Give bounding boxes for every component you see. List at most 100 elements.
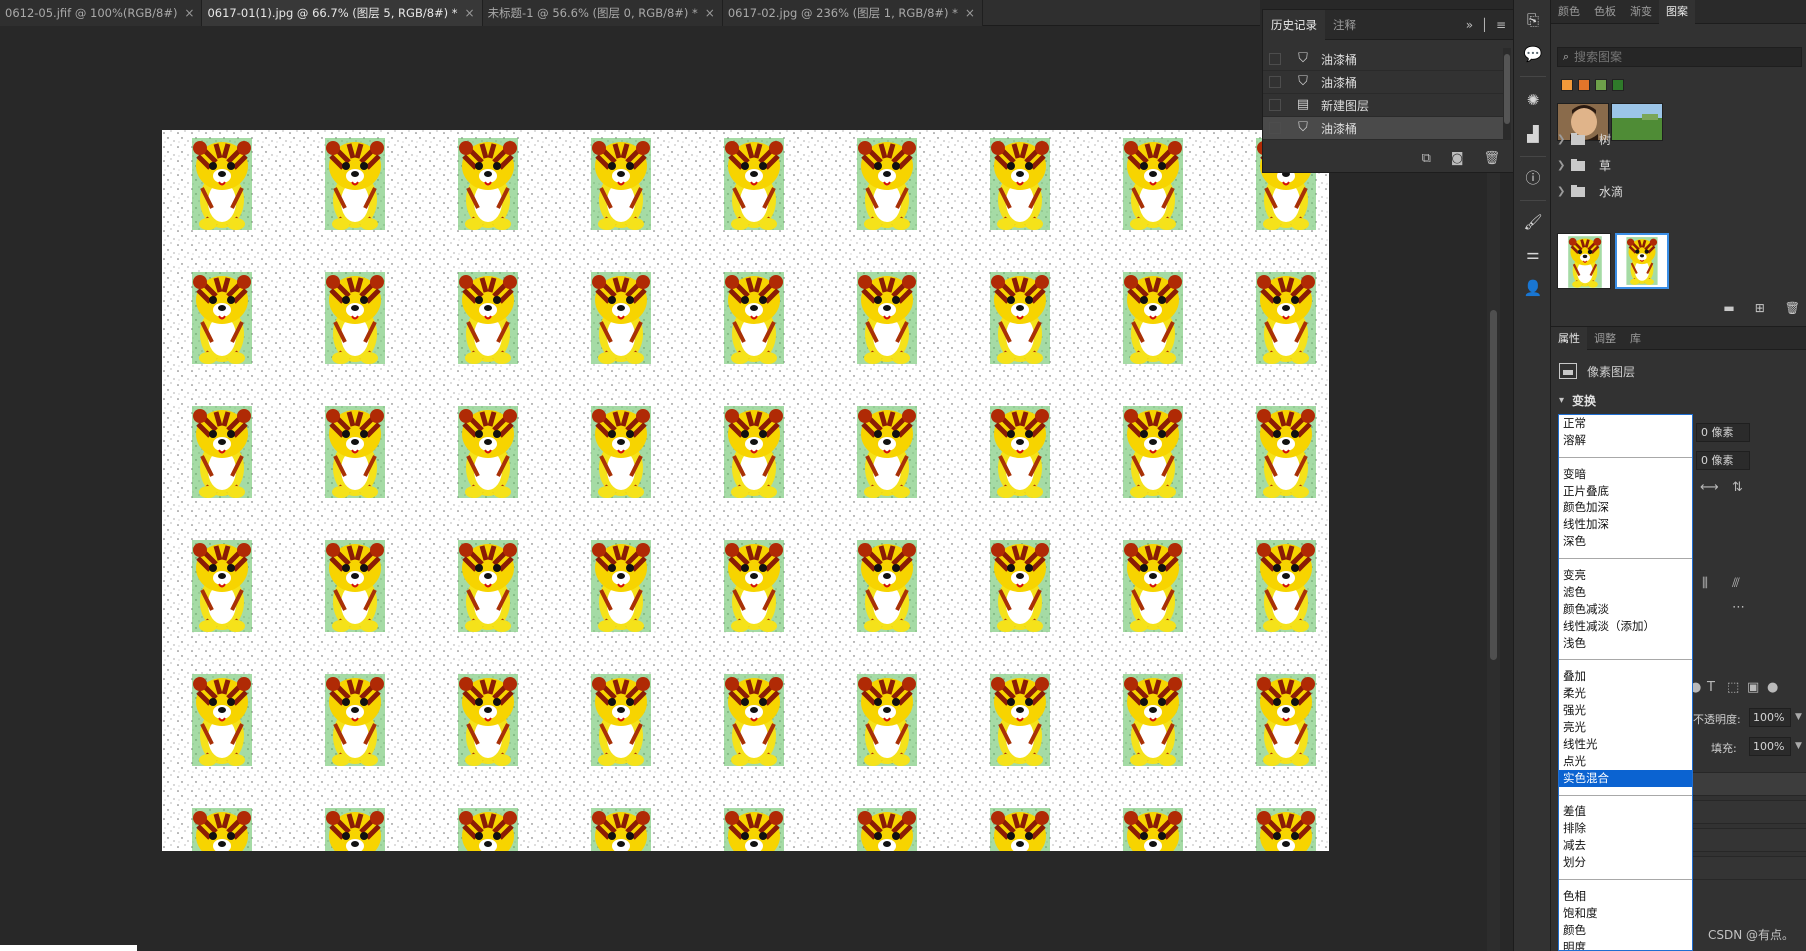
close-icon[interactable]: × (705, 0, 715, 26)
canvas-scrollbar[interactable] (1487, 165, 1500, 951)
flip-horizontal-icon[interactable]: ⟷ (1700, 480, 1719, 495)
pattern-search-input[interactable] (1574, 50, 1794, 64)
blend-mode-option[interactable]: 划分 (1559, 854, 1692, 871)
blend-mode-option[interactable]: 叠加 (1559, 668, 1692, 685)
camera-icon[interactable]: ◙ (1451, 151, 1464, 166)
tab-color[interactable]: 颜色 (1551, 0, 1587, 24)
pattern-swatch-tiger-selected[interactable] (1615, 233, 1669, 289)
blend-mode-option[interactable]: 差值 (1559, 803, 1692, 820)
adjustments-icon[interactable]: ⚌ (1519, 240, 1547, 268)
distribute-icon[interactable]: ⫼ (1702, 576, 1708, 591)
history-source-checkbox[interactable] (1269, 99, 1281, 111)
blend-mode-option[interactable]: 饱和度 (1559, 905, 1692, 922)
info-icon[interactable]: ⓘ (1519, 164, 1547, 192)
more-options-icon[interactable]: ⋯ (1732, 600, 1745, 615)
tiger-pattern-canvas[interactable] (162, 130, 1329, 851)
history-source-checkbox[interactable] (1269, 53, 1281, 65)
tab-libraries[interactable]: 库 (1623, 327, 1648, 351)
smart-object-filter-icon[interactable]: ▣ (1747, 680, 1759, 695)
history-source-checkbox[interactable] (1269, 76, 1281, 88)
blend-mode-option[interactable]: 减去 (1559, 837, 1692, 854)
blend-mode-option[interactable]: 正常 (1559, 415, 1692, 432)
blend-mode-option[interactable]: 亮光 (1559, 719, 1692, 736)
blend-mode-option[interactable]: 实色混合 (1559, 769, 1692, 787)
history-item-selected[interactable]: ⛉ 油漆桶 (1263, 117, 1503, 140)
comment-icon[interactable]: 💬 (1519, 40, 1547, 68)
blend-mode-option[interactable]: 正片叠底 (1559, 483, 1692, 500)
blend-mode-option[interactable]: 强光 (1559, 702, 1692, 719)
history-item[interactable]: ⛉ 油漆桶 (1263, 48, 1503, 71)
tab-notes[interactable]: 注释 (1325, 10, 1364, 40)
blend-mode-option[interactable]: 点光 (1559, 753, 1692, 770)
blend-mode-option[interactable]: 溶解 (1559, 432, 1692, 449)
transform-section-header[interactable]: ▾ 变换 (1559, 392, 1596, 409)
blend-mode-dropdown-list[interactable]: 正常 溶解变暗 正片叠底 颜色加深 线性加深 深色变亮 滤色 颜色减淡 线性减淡（添加） 浅色叠加… (1558, 414, 1693, 951)
align-bottom-icon[interactable]: ⫻ (1732, 576, 1740, 591)
scroll-thumb[interactable] (1504, 54, 1510, 124)
close-icon[interactable]: × (965, 0, 975, 26)
chevron-down-icon[interactable]: ▾ (1559, 395, 1564, 406)
brush-icon[interactable]: 🖌 (1519, 208, 1547, 236)
trash-icon[interactable]: 🗑 (1785, 301, 1800, 315)
fill-field[interactable]: 100% (1749, 737, 1791, 756)
blend-mode-option[interactable]: 变暗 (1559, 466, 1692, 483)
blend-mode-option[interactable]: 滤色 (1559, 584, 1692, 601)
tab-pattern[interactable]: 图案 (1659, 0, 1695, 24)
blend-mode-option[interactable]: 明度 (1559, 939, 1692, 950)
chevron-right-icon[interactable]: ❯ (1557, 186, 1571, 197)
blend-mode-option[interactable]: 深色 (1559, 533, 1692, 550)
history-icon[interactable]: ⎘ (1519, 6, 1547, 34)
blend-mode-option[interactable]: 柔光 (1559, 685, 1692, 702)
blend-mode-option[interactable]: 色相 (1559, 888, 1692, 905)
brush-settings-icon[interactable]: ✺ (1519, 86, 1547, 114)
folder-icon[interactable]: ▬ (1723, 301, 1734, 315)
blend-mode-option[interactable]: 线性光 (1559, 736, 1692, 753)
chevron-down-icon[interactable]: ▼ (1795, 741, 1802, 751)
layer-row[interactable] (1693, 856, 1806, 880)
height-field[interactable]: 0 像素 (1696, 451, 1750, 470)
history-scrollbar[interactable] (1503, 48, 1511, 140)
pattern-swatch-tiger[interactable] (1557, 233, 1611, 289)
opacity-field[interactable]: 100% (1749, 708, 1791, 727)
tab-adjustments[interactable]: 调整 (1587, 327, 1623, 351)
blend-mode-option[interactable]: 线性加深 (1559, 516, 1692, 533)
chevron-right-icon[interactable]: ❯ (1557, 160, 1571, 171)
layer-row[interactable] (1693, 800, 1806, 824)
chevron-right-icon[interactable]: ❯ (1557, 134, 1571, 145)
layer-row[interactable] (1693, 828, 1806, 852)
new-document-from-state-icon[interactable]: ⧉ (1422, 151, 1431, 166)
doc-tab-0617-01[interactable]: 0617-01(1).jpg @ 66.7% (图层 5, RGB/8#) * … (202, 0, 483, 26)
pattern-folder-tree[interactable]: ❯ 树 (1557, 126, 1802, 152)
close-icon[interactable]: × (184, 0, 194, 26)
recent-pattern-swatch[interactable] (1612, 79, 1624, 91)
trash-icon[interactable]: 🗑 (1483, 151, 1500, 166)
levels-icon[interactable]: ▟ (1519, 120, 1547, 148)
blend-mode-option[interactable]: 变亮 (1559, 567, 1692, 584)
layer-row[interactable] (1693, 772, 1806, 796)
blend-mode-option[interactable]: 浅色 (1559, 635, 1692, 652)
scroll-thumb[interactable] (1490, 310, 1497, 660)
chevron-down-icon[interactable]: ▼ (1795, 712, 1802, 722)
pattern-folder-drops[interactable]: ❯ 水滴 (1557, 178, 1802, 204)
history-item[interactable]: ▤ 新建图层 (1263, 94, 1503, 117)
pattern-folder-grass[interactable]: ❯ 草 (1557, 152, 1802, 178)
tab-swatches[interactable]: 色板 (1587, 0, 1623, 24)
tab-gradient[interactable]: 渐变 (1623, 0, 1659, 24)
filter-toggle-icon[interactable]: ● (1767, 680, 1778, 695)
doc-tab-untitled-1[interactable]: 未标题-1 @ 56.6% (图层 0, RGB/8#) * × (482, 0, 723, 26)
blend-mode-option[interactable]: 排除 (1559, 820, 1692, 837)
recent-pattern-swatch[interactable] (1561, 79, 1573, 91)
blend-mode-option[interactable]: 颜色加深 (1559, 499, 1692, 516)
doc-tab-0612-05[interactable]: 0612-05.jfif @ 100%(RGB/8#) × (0, 0, 203, 26)
type-layer-filter-icon[interactable]: T (1707, 680, 1715, 695)
close-icon[interactable]: × (465, 0, 475, 26)
history-item[interactable]: ⛉ 油漆桶 (1263, 71, 1503, 94)
panel-menu-icon[interactable]: » │ ≡ (1466, 10, 1508, 40)
blend-mode-option[interactable]: 颜色减淡 (1559, 601, 1692, 618)
recent-pattern-swatch[interactable] (1595, 79, 1607, 91)
blend-mode-option[interactable]: 线性减淡（添加） (1559, 618, 1692, 635)
history-source-checkbox[interactable] (1269, 122, 1281, 134)
doc-tab-0617-02[interactable]: 0617-02.jpg @ 236% (图层 1, RGB/8#) * × (722, 0, 983, 26)
tab-properties[interactable]: 属性 (1551, 327, 1587, 351)
recent-pattern-swatch[interactable] (1578, 79, 1590, 91)
